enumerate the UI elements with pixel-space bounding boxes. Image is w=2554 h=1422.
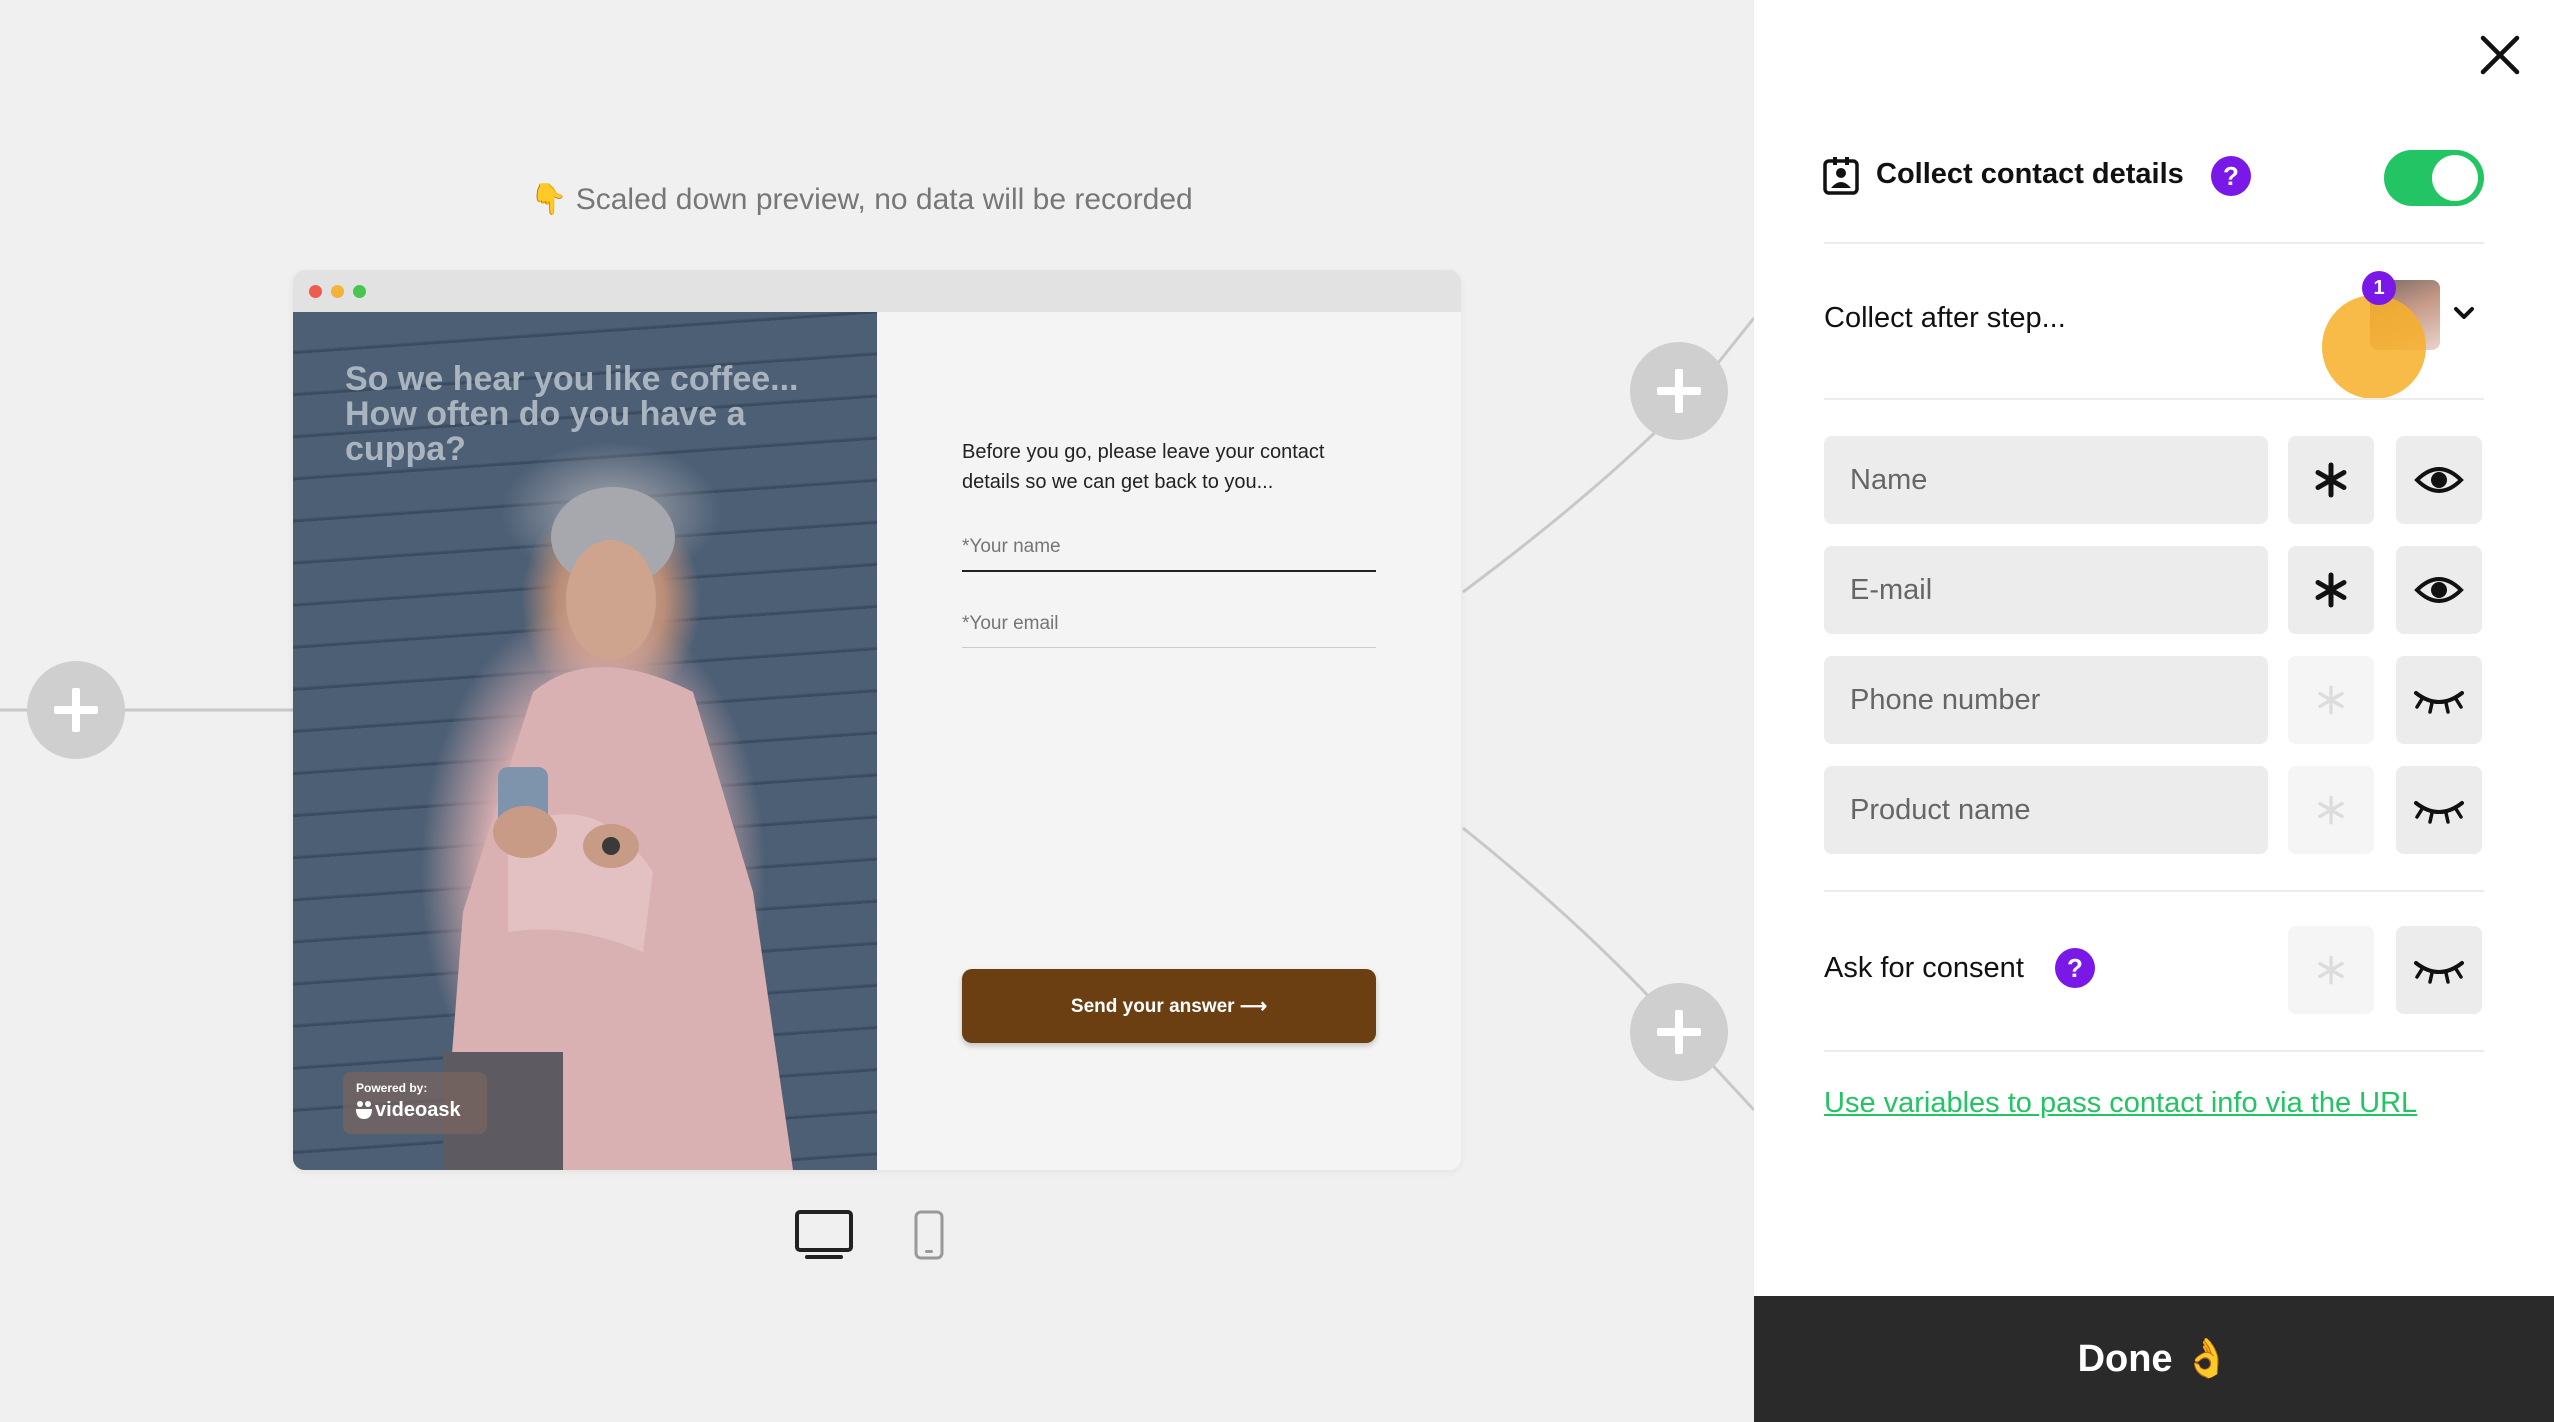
mobile-icon[interactable]: [913, 1210, 947, 1262]
divider: [1824, 398, 2484, 400]
asterisk-icon: [2318, 955, 2344, 985]
asterisk-icon: [2318, 795, 2344, 825]
phone-visibility-toggle[interactable]: [2396, 656, 2482, 744]
add-step-top-right-button[interactable]: [1630, 342, 1728, 440]
pointing-down-emoji: 👇: [530, 183, 568, 216]
field-product-name[interactable]: Product name: [1824, 766, 2268, 854]
powered-by-label: Powered by:: [356, 1081, 428, 1095]
video-panel: So we hear you like coffee... How often …: [293, 312, 877, 1170]
video-person-illustration: [443, 487, 793, 1170]
contact-card-icon: [1823, 157, 1859, 195]
product-visibility-toggle[interactable]: [2396, 766, 2482, 854]
eye-icon: [2414, 467, 2464, 493]
email-required-toggle[interactable]: [2288, 546, 2374, 634]
videoask-logo-icon: [356, 1101, 372, 1119]
field-phone-number[interactable]: Phone number: [1824, 656, 2268, 744]
browser-title-bar: [293, 270, 1461, 312]
plus-icon: [1657, 369, 1701, 413]
ask-for-consent-label: Ask for consent: [1824, 952, 2024, 984]
preview-note-text: Scaled down preview, no data will be rec…: [575, 183, 1193, 216]
question-mark-icon: ?: [2223, 160, 2239, 191]
close-icon: [2480, 35, 2520, 75]
toggle-knob: [2432, 155, 2478, 201]
consent-visibility-toggle[interactable]: [2396, 926, 2482, 1014]
collect-contact-toggle[interactable]: [2384, 150, 2484, 206]
plus-icon: [54, 688, 98, 732]
consent-help-button[interactable]: ?: [2055, 948, 2095, 988]
eye-closed-icon: [2414, 801, 2464, 824]
asterisk-icon: [2315, 572, 2347, 608]
email-visibility-toggle[interactable]: [2396, 546, 2482, 634]
collect-contact-title: Collect contact details: [1876, 158, 2184, 190]
name-required-toggle[interactable]: [2288, 436, 2374, 524]
window-maximize-dot: [353, 285, 366, 298]
divider: [1824, 242, 2484, 244]
collect-after-step-label: Collect after step...: [1824, 302, 2066, 334]
consent-required-toggle[interactable]: [2288, 926, 2374, 1014]
your-email-input[interactable]: [962, 601, 1376, 648]
window-close-dot: [309, 285, 322, 298]
asterisk-icon: [2315, 462, 2347, 498]
videoask-brand-text: videoask: [375, 1099, 461, 1121]
browser-preview-window: So we hear you like coffee... How often …: [293, 270, 1461, 1170]
close-panel-button[interactable]: [2475, 30, 2525, 80]
product-required-toggle[interactable]: [2288, 766, 2374, 854]
form-intro-text: Before you go, please leave your contact…: [962, 441, 1325, 493]
eye-closed-icon: [2414, 691, 2464, 714]
name-visibility-toggle[interactable]: [2396, 436, 2482, 524]
contact-form-panel: Before you go, please leave your contact…: [877, 312, 1461, 1170]
field-name[interactable]: Name: [1824, 436, 2268, 524]
window-minimize-dot: [331, 285, 344, 298]
add-step-left-button[interactable]: [27, 661, 125, 759]
preview-note: 👇 Scaled down preview, no data will be r…: [530, 182, 1230, 217]
send-answer-button[interactable]: Send your answer ⟶: [962, 969, 1376, 1043]
collect-contact-help-button[interactable]: ?: [2211, 156, 2251, 196]
eye-icon: [2414, 577, 2464, 603]
plus-icon: [1657, 1010, 1701, 1054]
question-mark-icon: ?: [2067, 952, 2083, 983]
desktop-icon[interactable]: [795, 1210, 855, 1262]
cursor-highlight: [2322, 295, 2426, 399]
eye-closed-icon: [2414, 961, 2464, 984]
url-variables-link[interactable]: Use variables to pass contact info via t…: [1824, 1087, 2417, 1120]
divider: [1824, 1050, 2484, 1052]
step-number-badge: 1: [2362, 271, 2396, 305]
chevron-down-icon[interactable]: [2452, 304, 2476, 322]
add-step-bottom-right-button[interactable]: [1630, 983, 1728, 1081]
your-name-input[interactable]: [962, 524, 1376, 572]
asterisk-icon: [2318, 685, 2344, 715]
divider: [1824, 890, 2484, 892]
flow-canvas: 👇 Scaled down preview, no data will be r…: [0, 0, 1754, 1422]
field-email[interactable]: E-mail: [1824, 546, 2268, 634]
phone-required-toggle[interactable]: [2288, 656, 2374, 744]
done-button[interactable]: Done 👌: [1754, 1296, 2554, 1422]
powered-by-badge[interactable]: Powered by: videoask: [343, 1072, 487, 1134]
